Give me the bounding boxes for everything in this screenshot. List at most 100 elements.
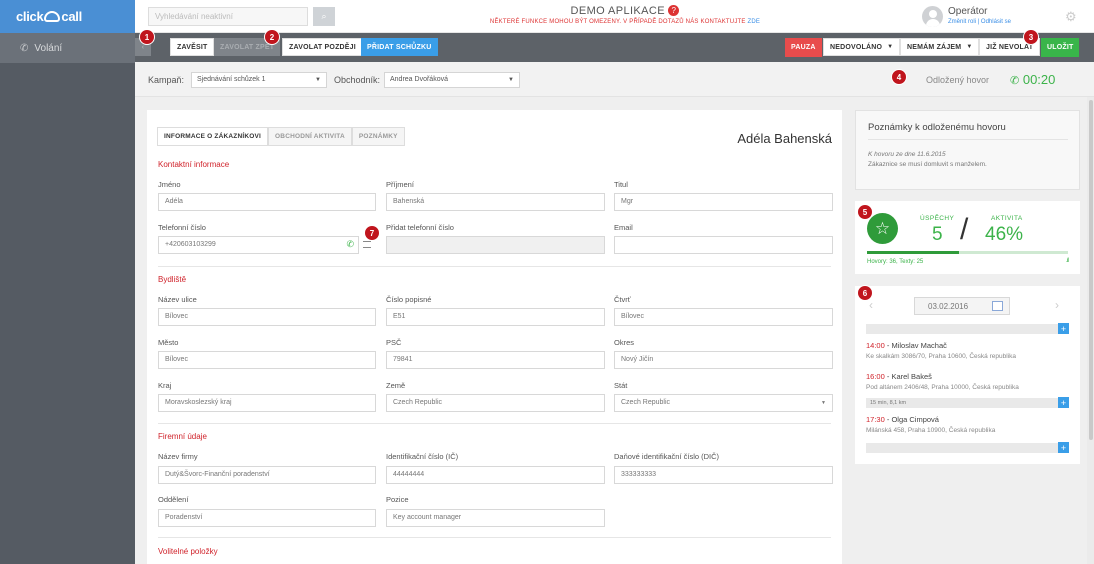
not-interested-dropdown[interactable]: NEMÁM ZÁJEM ▼ [900,38,980,56]
caret-down-icon: ▼ [887,44,894,50]
change-role-link[interactable]: Změnit roli [948,19,976,25]
campaign-bar: Kampaň: Sjednávání schůzek 1 ▼ Obchodník:… [135,62,1094,97]
sidebar-item-label: Volání [34,42,63,54]
demo-subtitle: NĚKTERÉ FUNKCE MOHOU BÝT OMEZENY. V PŘÍP… [435,19,815,25]
list-icon[interactable] [363,241,371,248]
stats-card: ☆ ÚSPĚCHY 5 / AKTIVITA 46% Hovory: 36, T… [855,201,1080,274]
logout-link[interactable]: Odhlásit se [981,19,1011,25]
search-button[interactable]: ⌕ [313,7,335,26]
add-phone-label: Přidat telefonní číslo [386,223,454,232]
email-field[interactable] [614,236,833,254]
county-field[interactable]: Nový Jičín [614,351,833,369]
chevron-right-icon[interactable]: › [1055,298,1059,312]
hangup-button[interactable]: ZAVĚSIT [170,38,215,56]
appointment-time: 17:30 [866,415,885,424]
ico-field[interactable]: 44444444 [386,466,605,484]
search-input[interactable]: Vyhledávání neaktivní [148,7,308,26]
add-meeting-icon[interactable]: + [1058,397,1069,408]
call-phone-icon[interactable]: ✆ [346,239,354,250]
tab-notes[interactable]: POZNÁMKY [351,127,405,146]
add-phone-field[interactable] [386,236,605,254]
activity-value: 46% [985,224,1024,245]
city-label: Město [158,338,179,347]
department-field[interactable]: Poradenství [158,509,376,527]
region-label: Kraj [158,381,172,390]
state-select[interactable]: Czech Republic ▼ [614,394,833,412]
zip-field[interactable]: 79841 [386,351,605,369]
first-name-field[interactable]: Adéla [158,193,376,211]
avatar[interactable] [922,6,943,27]
section-divider [158,537,831,538]
region-field[interactable]: Moravskoslezský kraj [158,394,376,412]
add-meeting-button[interactable]: PŘIDAT SCHŮZKU [361,38,438,56]
dealer-value: Andrea Dvořáková [390,76,448,83]
country-field[interactable]: Czech Republic [386,394,605,412]
phone-field[interactable]: +420603103299 ✆ [158,236,359,254]
call-timer-value: 00:20 [1022,72,1056,87]
notes-date-line: K hovoru ze dne 11.6.2015 [868,151,946,158]
gear-icon[interactable]: ⚙ [1065,9,1077,25]
position-field[interactable]: Key account manager [386,509,605,527]
free-slot: 15 min, 8,1 km + [866,397,1069,408]
dic-label: Daňové identifikační číslo (DIČ) [614,452,720,461]
tab-bar: INFORMACE O ZÁKAZNÍKOVI OBCHODNÍ AKTIVIT… [157,127,405,146]
last-name-field[interactable]: Bahenská [386,193,605,211]
customer-card: INFORMACE O ZÁKAZNÍKOVI OBCHODNÍ AKTIVIT… [147,110,842,564]
sidebar-item-calls[interactable]: ✆ Volání [0,33,135,63]
appointment-name: Karel Bakeš [891,372,932,381]
email-label: Email [614,223,633,232]
delayed-call-label: Odložený hovor [926,75,990,85]
dic-field[interactable]: 333333333 [614,466,833,484]
appointment-time: 14:00 [866,341,885,350]
contact-link[interactable]: ZDE [747,19,760,25]
scrollbar-thumb[interactable] [1089,100,1093,440]
section-address: Bydliště [158,275,187,284]
appointment-address: Pod altánem 2406/48, Praha 10000, Česká … [866,384,1019,391]
notes-divider [868,139,1068,140]
chevron-left-icon[interactable]: ‹ [869,298,873,312]
logo-text-call: call [61,9,82,24]
save-button[interactable]: ULOŽIT [1041,38,1080,57]
appointment-title[interactable]: 14:00 - Miloslav Machač [866,341,947,350]
marker-5: 5 [857,204,873,220]
section-contact: Kontaktní informace [158,160,230,169]
call-timer: ✆ 00:20 [1010,72,1055,87]
dealer-label: Obchodník: [334,75,381,85]
house-number-field[interactable]: E51 [386,308,605,326]
call-later-button[interactable]: ZAVOLAT POZDĚJI [282,38,363,56]
street-label: Název ulice [158,295,197,304]
help-icon[interactable]: ? [668,5,680,16]
calendar-icon [992,301,1003,311]
campaign-select[interactable]: Sjednávání schůzek 1 ▼ [191,72,327,88]
free-slot: + [866,323,1069,334]
city-field[interactable]: Bílovec [158,351,376,369]
add-meeting-icon[interactable]: + [1058,442,1069,453]
marker-2: 2 [264,29,280,45]
add-meeting-icon[interactable]: + [1058,323,1069,334]
appointment-time: 16:00 [866,372,885,381]
not-interested-label: NEMÁM ZÁJEM [907,43,962,51]
pause-button[interactable]: PAUZA [785,38,822,57]
title-field[interactable]: Mgr [614,193,833,211]
last-name-label: Příjmení [386,180,414,189]
position-label: Pozice [386,495,409,504]
tab-customer-info[interactable]: INFORMACE O ZÁKAZNÍKOVI [157,127,269,146]
appointment-title[interactable]: 16:00 - Karel Bakeš [866,372,932,381]
success-label: ÚSPĚCHY [920,215,955,222]
tab-business-activity[interactable]: OBCHODNÍ AKTIVITA [268,127,352,146]
title-label: Titul [614,180,628,189]
marker-6: 6 [857,285,873,301]
marker-1: 1 [139,29,155,45]
demo-subtitle-text: NĚKTERÉ FUNKCE MOHOU BÝT OMEZENY. V PŘÍP… [489,19,746,25]
company-name-field[interactable]: Dutý&Švorc-Finanční poradenství [158,466,376,484]
dealer-select[interactable]: Andrea Dvořáková ▼ [384,72,520,88]
section-optional: Volitelné položky [158,547,218,556]
appointment-title[interactable]: 17:30 - Olga Cimpová [866,415,939,424]
app-logo[interactable]: click call [0,0,135,33]
district-field[interactable]: Bílovec [614,308,833,326]
calendar-date-picker[interactable]: 03.02.2016 [914,297,1010,315]
appointment-address: Milánská 458, Praha 10900, Česká republi… [866,427,996,434]
calendar-date: 03.02.2016 [928,302,969,311]
street-field[interactable]: Bílovec [158,308,376,326]
not-reached-dropdown[interactable]: NEDOVOLÁNO ▼ [823,38,901,56]
